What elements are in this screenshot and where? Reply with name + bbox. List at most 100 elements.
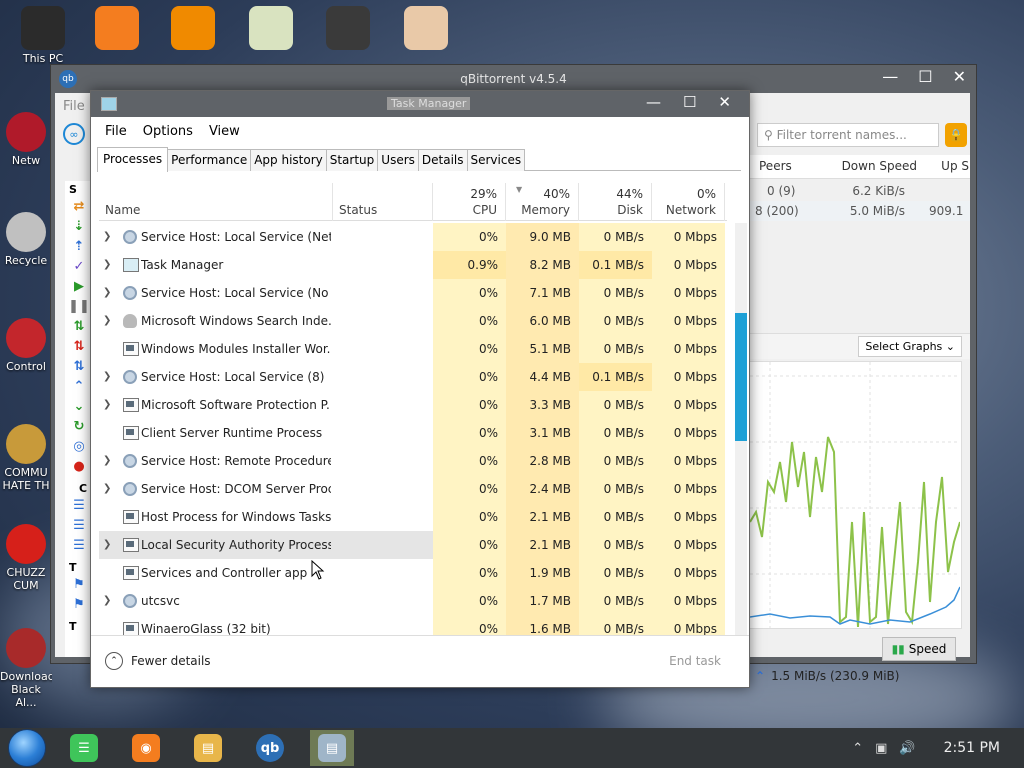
table-row[interactable]: 0 (9) 6.2 KiB/s: [749, 181, 970, 201]
volume-icon[interactable]: 🔊: [899, 741, 915, 756]
col-disk[interactable]: 44% Disk: [579, 183, 652, 221]
maximize-icon[interactable]: ☐: [683, 93, 696, 111]
minimize-icon[interactable]: —: [882, 67, 898, 86]
network-icon[interactable]: ▣: [875, 741, 887, 756]
qbittorrent-titlebar[interactable]: qb qBittorrent v4.5.4 — ☐ ✕: [51, 65, 976, 93]
start-button[interactable]: [8, 729, 46, 767]
col-peers[interactable]: Peers: [749, 155, 819, 178]
minimize-icon[interactable]: —: [646, 93, 661, 111]
end-task-button[interactable]: End task: [669, 654, 721, 668]
table-row[interactable]: Host Process for Windows Tasks 0% 2.1 MB 0 …: [99, 503, 727, 531]
desktop-icon[interactable]: Control: [0, 318, 52, 373]
target-icon[interactable]: ◎: [69, 436, 89, 456]
menu-options[interactable]: Options: [135, 121, 201, 143]
download-icon[interactable]: ⇣: [69, 216, 89, 236]
chevron-right-icon[interactable]: ❯: [103, 475, 115, 503]
chevron-right-icon[interactable]: ❯: [103, 447, 115, 475]
col-network[interactable]: 0% Network: [652, 183, 725, 221]
chevron-right-icon[interactable]: ❯: [103, 363, 115, 391]
taskbar-app-explorer[interactable]: ▤: [186, 730, 230, 766]
task-manager-window[interactable]: Task Manager — ☐ ✕ File Options View Pro…: [90, 90, 750, 688]
clock[interactable]: 2:51 PM: [944, 740, 1000, 756]
pause-icon[interactable]: ❚❚: [68, 296, 90, 316]
desktop-icon[interactable]: CHUZZ CUM: [0, 524, 52, 592]
desktop-icon[interactable]: [82, 6, 152, 52]
tab-performance[interactable]: Performance: [167, 149, 252, 171]
table-row[interactable]: ❯ Task Manager 0.9% 8.2 MB 0.1 MB/s 0 Mbps: [99, 251, 727, 279]
table-row[interactable]: ❯ Service Host: Remote Procedure... 0% 2.8 …: [99, 447, 727, 475]
table-row[interactable]: Windows Modules Installer Wor... 0% 5.1 MB…: [99, 335, 727, 363]
desktop-icon[interactable]: Netw: [0, 112, 52, 167]
upload-icon[interactable]: ⇡: [69, 236, 89, 256]
select-graphs-dropdown[interactable]: Select Graphs ⌄: [858, 336, 962, 357]
table-row[interactable]: ❯ Microsoft Windows Search Inde... 0% 6.0 M…: [99, 307, 727, 335]
tab-app-history[interactable]: App history: [250, 149, 327, 171]
table-row[interactable]: WinaeroGlass (32 bit) 0% 1.6 MB 0 MB/s 0 Mbp…: [99, 615, 727, 635]
table-row[interactable]: Services and Controller app 0% 1.9 MB 0 MB/…: [99, 559, 727, 587]
table-row[interactable]: ❯ Local Security Authority Process 0% 2.1 M…: [99, 531, 727, 559]
desktop-icon[interactable]: Recycle: [0, 212, 52, 267]
col-name[interactable]: Name: [99, 183, 333, 221]
chevron-up-icon[interactable]: ⌃: [69, 376, 89, 396]
maximize-icon[interactable]: ☐: [918, 67, 932, 86]
menu-file[interactable]: File: [97, 121, 135, 143]
refresh-icon[interactable]: ↻: [69, 416, 89, 436]
chevron-right-icon[interactable]: ❯: [103, 223, 115, 251]
menu-view[interactable]: View: [201, 121, 248, 143]
transfer-blue-icon[interactable]: ⇅: [69, 356, 89, 376]
check-icon[interactable]: ✓: [69, 256, 89, 276]
shuffle-icon[interactable]: ⇄: [69, 196, 89, 216]
scrollbar-thumb[interactable]: [735, 313, 747, 441]
col-memory[interactable]: ▼ 40% Memory: [506, 183, 579, 221]
table-row[interactable]: Client Server Runtime Process 0% 3.1 MB 0 M…: [99, 419, 727, 447]
tab-processes[interactable]: Processes: [97, 147, 169, 172]
chevron-right-icon[interactable]: ❯: [103, 251, 115, 279]
table-row[interactable]: 8 (200) 5.0 MiB/s 909.1: [749, 201, 970, 221]
lock-icon[interactable]: 🔒: [945, 123, 967, 147]
desktop-icon[interactable]: Download Black Al...: [0, 628, 52, 709]
tag-icon[interactable]: ⚑: [69, 574, 89, 594]
desktop-icon[interactable]: This PC: [8, 6, 78, 65]
chevron-up-icon[interactable]: ⌃: [852, 741, 863, 756]
col-cpu[interactable]: 29% CPU: [433, 183, 506, 221]
desktop-icon[interactable]: [313, 6, 383, 52]
list-icon[interactable]: ☰: [69, 535, 89, 555]
task-manager-titlebar[interactable]: Task Manager — ☐ ✕: [91, 91, 749, 117]
close-icon[interactable]: ✕: [953, 67, 966, 86]
play-icon[interactable]: ▶: [69, 276, 89, 296]
table-row[interactable]: ❯ Service Host: Local Service (No ... 0% 7.…: [99, 279, 727, 307]
filter-torrent-input[interactable]: ⚲ Filter torrent names...: [757, 123, 939, 147]
tab-details[interactable]: Details: [417, 149, 468, 171]
desktop-icon[interactable]: [236, 6, 306, 52]
tab-startup[interactable]: Startup: [325, 149, 379, 171]
table-row[interactable]: ❯ Service Host: Local Service (Net... 0% 9.…: [99, 223, 727, 251]
col-up-speed[interactable]: Up S: [929, 155, 969, 178]
list-icon[interactable]: ☰: [69, 495, 89, 515]
desktop-icon[interactable]: [158, 6, 228, 52]
link-icon[interactable]: ∞: [63, 123, 85, 145]
col-down-speed[interactable]: Down Speed: [819, 155, 929, 178]
table-row[interactable]: ❯ Service Host: DCOM Server Proc... 0% 2.4 …: [99, 475, 727, 503]
desktop-icon[interactable]: COMMU HATE TH: [0, 424, 52, 492]
list-icon[interactable]: ☰: [69, 515, 89, 535]
tab-users[interactable]: Users: [377, 149, 419, 171]
desktop-icon[interactable]: [391, 6, 461, 52]
close-icon[interactable]: ✕: [718, 93, 731, 111]
chevron-right-icon[interactable]: ❯: [103, 587, 115, 615]
tab-services[interactable]: Services: [466, 149, 526, 171]
table-row[interactable]: ❯ Service Host: Local Service (8) 0% 4.4 MB…: [99, 363, 727, 391]
transfer-red-icon[interactable]: ⇅: [69, 336, 89, 356]
taskbar-app-notes[interactable]: ☰: [62, 730, 106, 766]
transfer-icon[interactable]: ⇅: [69, 316, 89, 336]
speed-button[interactable]: ▮▮ Speed: [882, 637, 956, 661]
chevron-right-icon[interactable]: ❯: [103, 531, 115, 559]
error-icon[interactable]: ●: [69, 456, 89, 476]
chevron-right-icon[interactable]: ❯: [103, 391, 115, 419]
tag-icon[interactable]: ⚑: [69, 594, 89, 614]
qbittorrent-menu-file[interactable]: File: [63, 99, 85, 114]
chevron-right-icon[interactable]: ❯: [103, 307, 115, 335]
chevron-down-icon[interactable]: ⌄: [69, 396, 89, 416]
taskbar-app-qbittorrent[interactable]: qb: [248, 730, 292, 766]
fewer-details-button[interactable]: ⌃ Fewer details: [105, 652, 211, 670]
chevron-right-icon[interactable]: ❯: [103, 279, 115, 307]
